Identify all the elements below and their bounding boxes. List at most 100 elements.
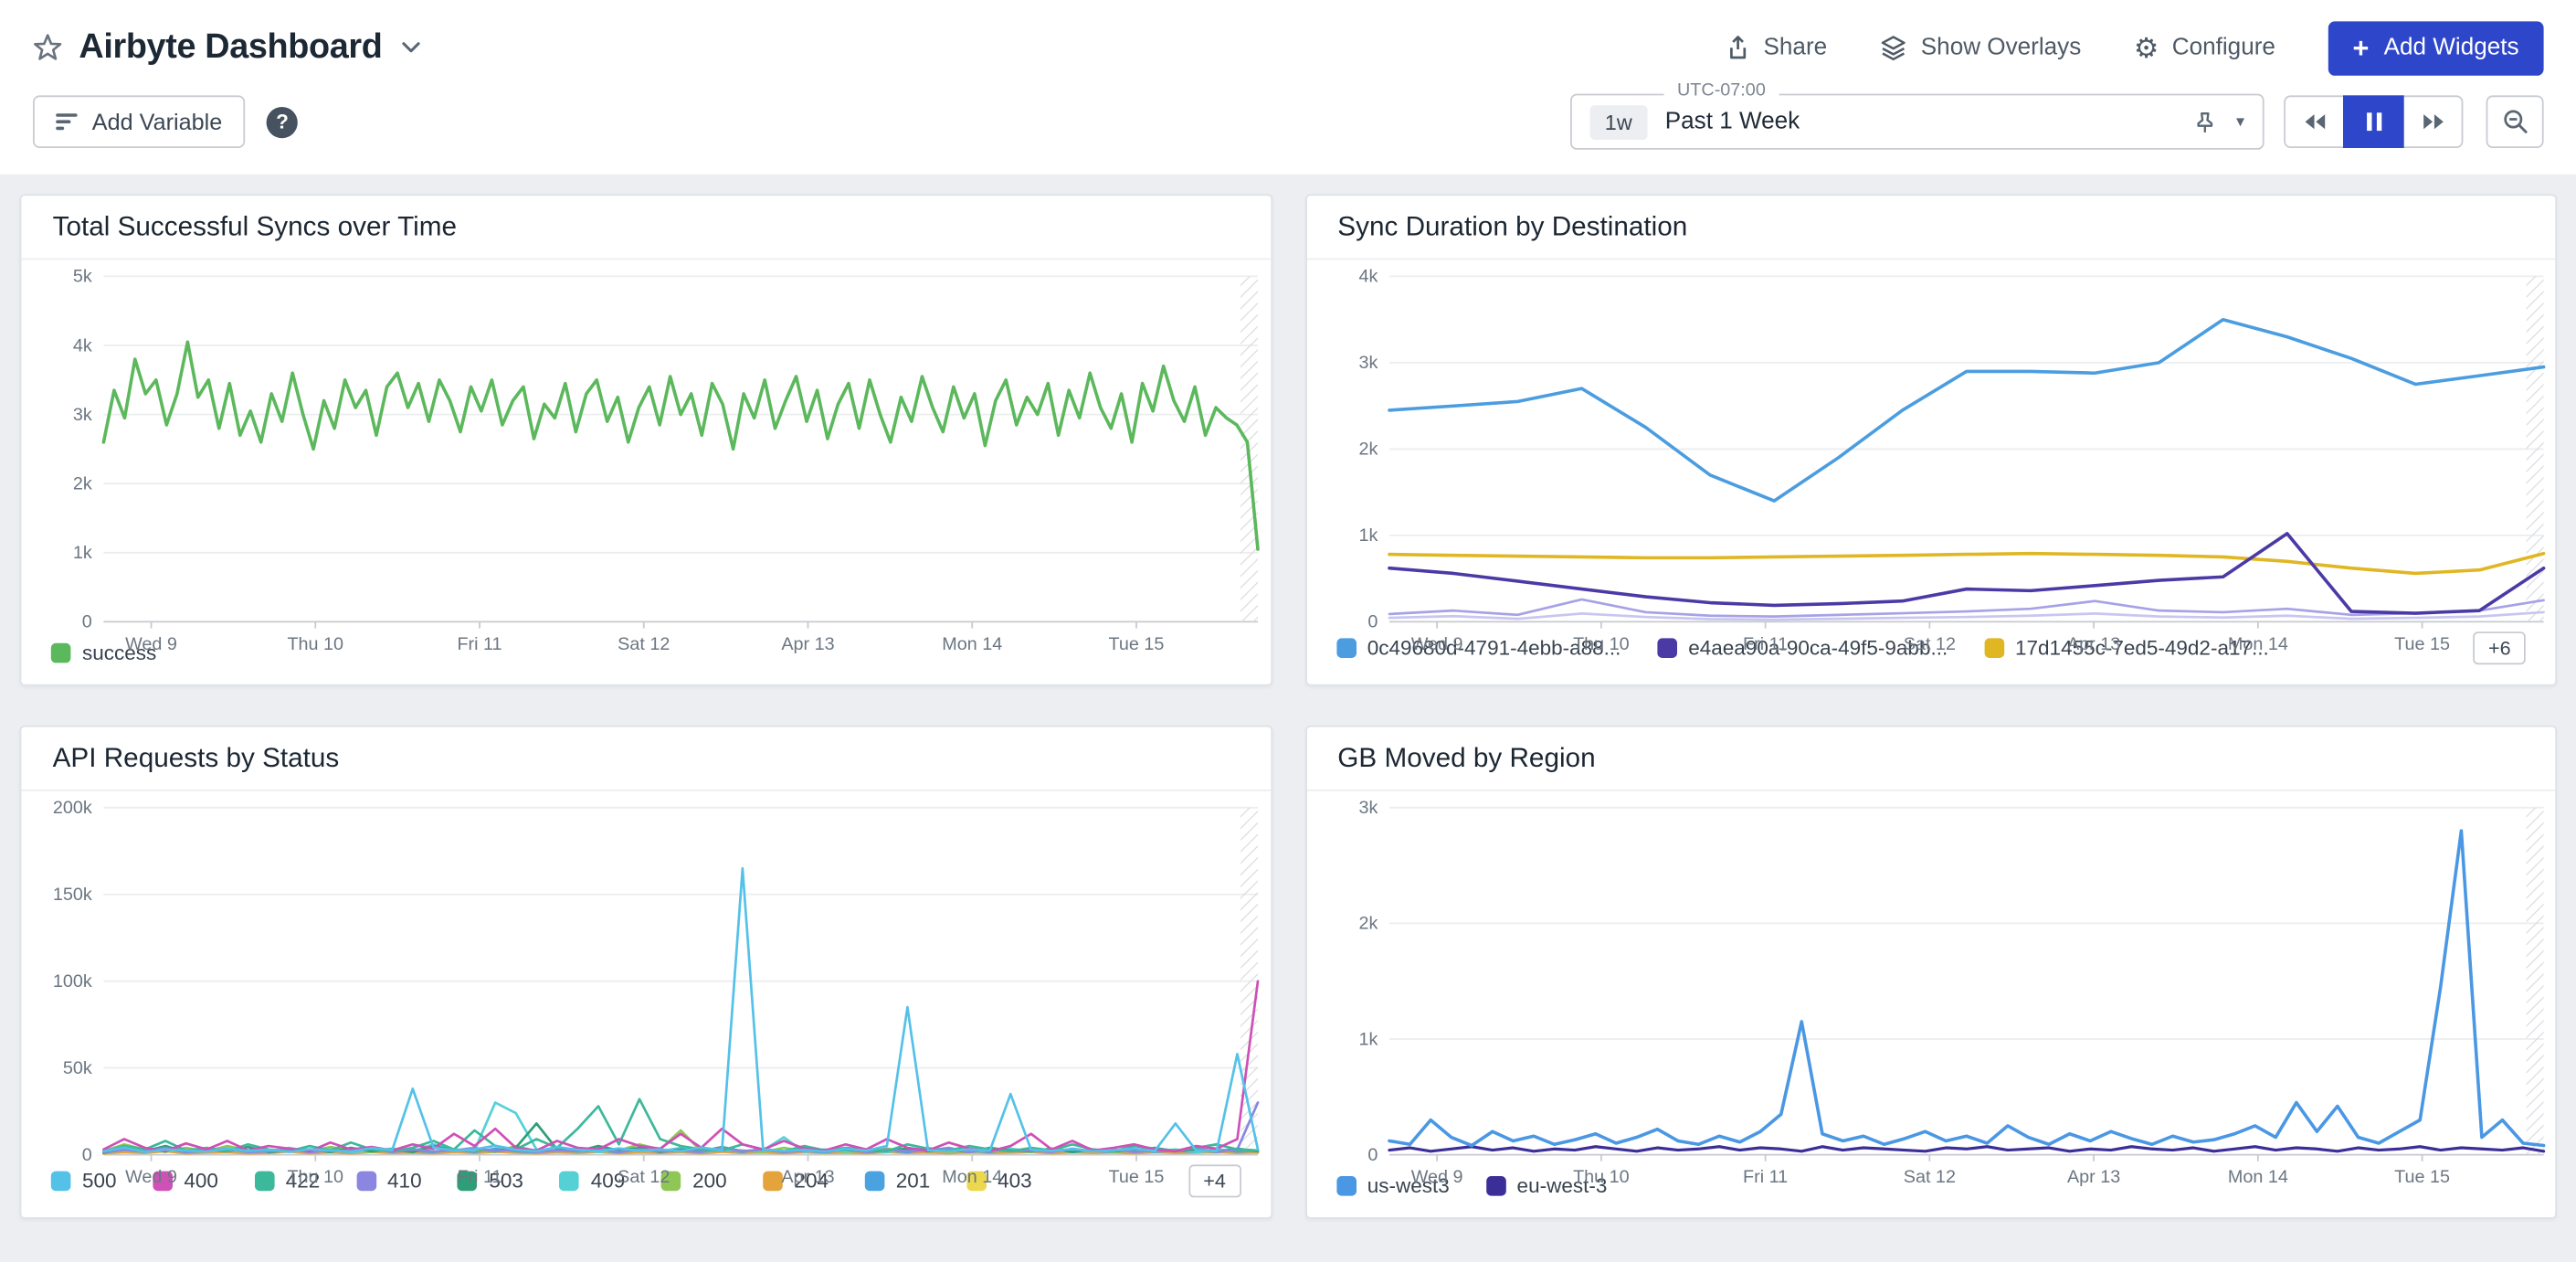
time-controls: UTC-07:00 1w Past 1 Week ▾	[1570, 94, 2544, 150]
time-range-picker[interactable]: UTC-07:00 1w Past 1 Week ▾	[1570, 94, 2265, 150]
svg-text:Mon 14: Mon 14	[2227, 1167, 2287, 1187]
svg-text:5k: 5k	[73, 267, 92, 287]
svg-text:Sat 12: Sat 12	[618, 1167, 670, 1187]
svg-text:1k: 1k	[1358, 1029, 1378, 1049]
svg-text:Wed 9: Wed 9	[1410, 1167, 1462, 1187]
chart-plot[interactable]: 01k2k3kWed 9Thu 10Fri 11Sat 12Apr 13Mon …	[1306, 791, 2555, 1168]
add-variable-button[interactable]: Add Variable	[33, 95, 245, 148]
svg-text:Wed 9: Wed 9	[125, 1167, 177, 1187]
svg-text:4k: 4k	[1358, 267, 1378, 287]
show-overlays-button[interactable]: Show Overlays	[1880, 35, 2082, 61]
time-forward-button[interactable]	[2402, 95, 2464, 148]
share-label: Share	[1764, 35, 1828, 61]
header-row-2: Add Variable ? UTC-07:00 1w Past 1 Week …	[33, 92, 2544, 152]
svg-text:Apr 13: Apr 13	[2066, 1167, 2119, 1187]
svg-text:0: 0	[82, 612, 92, 632]
add-widgets-label: Add Widgets	[2384, 35, 2519, 61]
svg-text:3k: 3k	[1358, 353, 1378, 373]
svg-text:200k: 200k	[53, 798, 92, 818]
svg-text:Thu 10: Thu 10	[287, 634, 343, 654]
svg-text:Tue 15: Tue 15	[1109, 634, 1165, 654]
share-icon	[1724, 35, 1750, 61]
gear-icon: ⚙	[2134, 34, 2159, 62]
chart-canvas[interactable]: 0 1k 2k 3k 4k 5k Wed 9 Thu 10 Fri 11 Sat 12 Apr 13…	[21, 260, 1271, 658]
title-chevron-down-icon[interactable]	[402, 41, 422, 54]
svg-text:4k: 4k	[73, 335, 92, 355]
add-widgets-button[interactable]: + Add Widgets	[2328, 21, 2544, 75]
time-range-label: Past 1 Week	[1665, 109, 1800, 135]
svg-text:Sat 12: Sat 12	[1903, 1167, 1955, 1187]
timezone-label: UTC-07:00	[1664, 80, 1779, 101]
chart-canvas[interactable]: 0 1k 2k 3k 4k Wed 9 Thu 10 Fri 11 Sat 12 Apr 13 Mo…	[1306, 260, 2556, 658]
chart-title: Total Successful Syncs over Time	[21, 196, 1270, 260]
show-overlays-label: Show Overlays	[1921, 35, 2082, 61]
chart-canvas[interactable]: 0 1k 2k 3k Wed 9 Thu 10 Fri 11 Sat 12 Apr 13 Mon …	[1306, 791, 2556, 1191]
header-row-1: Airbyte Dashboard Share Show Overlays ⚙ …	[33, 13, 2544, 82]
svg-text:Fri 11: Fri 11	[1742, 634, 1787, 654]
svg-text:Fri 11: Fri 11	[457, 634, 501, 654]
chart-title: GB Moved by Region	[1306, 727, 2555, 791]
add-variable-label: Add Variable	[92, 109, 222, 135]
filter-icon	[56, 113, 77, 131]
chart-title: API Requests by Status	[21, 727, 1270, 791]
configure-button[interactable]: ⚙ Configure	[2134, 34, 2275, 62]
chart-plot[interactable]: 01k2k3k4k5kWed 9Thu 10Fri 11Sat 12Apr 13…	[21, 260, 1270, 634]
chart-plot[interactable]: 050k100k150k200kWed 9Thu 10Fri 11Sat 12A…	[21, 791, 1270, 1158]
svg-text:Mon 14: Mon 14	[942, 1167, 1002, 1187]
widget-card-api-requests: API Requests by Status 050k100k150k200kW…	[20, 726, 1272, 1219]
svg-text:Apr 13: Apr 13	[2066, 634, 2119, 654]
svg-text:2k: 2k	[1358, 914, 1378, 934]
svg-text:1k: 1k	[73, 543, 92, 563]
svg-text:50k: 50k	[63, 1058, 92, 1078]
svg-text:Sat 12: Sat 12	[618, 634, 670, 654]
caret-down-icon[interactable]: ▾	[2236, 112, 2244, 131]
svg-text:Mon 14: Mon 14	[942, 634, 1002, 654]
chart-canvas[interactable]: 050k100k150k200kWed 9Thu 10Fri 11Sat 12A…	[21, 791, 1271, 1191]
share-button[interactable]: Share	[1724, 35, 1827, 61]
svg-text:Sat 12: Sat 12	[1903, 634, 1955, 654]
plus-icon: +	[2353, 34, 2370, 62]
chart-title: Sync Duration by Destination	[1306, 196, 2555, 260]
header-actions: Share Show Overlays ⚙ Configure + Add Wi…	[1724, 21, 2543, 75]
overlays-icon	[1880, 35, 1908, 61]
svg-text:Wed 9: Wed 9	[125, 634, 177, 654]
svg-text:150k: 150k	[53, 885, 92, 905]
svg-text:Tue 15: Tue 15	[1109, 1167, 1165, 1187]
svg-text:Apr 13: Apr 13	[781, 1167, 834, 1187]
svg-text:Fri 11: Fri 11	[1742, 1167, 1787, 1187]
zoom-out-button[interactable]	[2486, 95, 2544, 148]
svg-text:0: 0	[1367, 1145, 1377, 1165]
widget-card-total-successful-syncs: Total Successful Syncs over Time 0 1k 2k 3k…	[20, 194, 1272, 685]
svg-text:2k: 2k	[1358, 440, 1378, 460]
svg-text:Tue 15: Tue 15	[2393, 1167, 2449, 1187]
help-icon[interactable]: ?	[267, 106, 298, 137]
time-pause-button[interactable]	[2343, 95, 2404, 148]
chart-plot[interactable]: 01k2k3k4kWed 9Thu 10Fri 11Sat 12Apr 13Mo…	[1306, 260, 2555, 625]
svg-text:0: 0	[82, 1145, 92, 1165]
svg-text:Thu 10: Thu 10	[1572, 634, 1629, 654]
svg-text:2k: 2k	[73, 473, 92, 493]
svg-text:Tue 15: Tue 15	[2393, 634, 2449, 654]
time-backward-button[interactable]	[2284, 95, 2345, 148]
dashboard-app: Airbyte Dashboard Share Show Overlays ⚙ …	[0, 0, 2576, 1262]
svg-text:3k: 3k	[1358, 798, 1378, 818]
widget-card-sync-duration: Sync Duration by Destination 0 1k 2k 3k 4k We…	[1304, 194, 2557, 685]
header: Airbyte Dashboard Share Show Overlays ⚙ …	[0, 0, 2576, 175]
svg-text:Thu 10: Thu 10	[1572, 1167, 1629, 1187]
svg-text:1k: 1k	[1358, 525, 1378, 546]
svg-text:Wed 9: Wed 9	[1410, 634, 1462, 654]
favorite-star-icon[interactable]	[33, 33, 62, 62]
time-range-badge: 1w	[1590, 104, 1647, 139]
svg-text:Fri 11: Fri 11	[457, 1167, 501, 1187]
configure-label: Configure	[2172, 35, 2275, 61]
widget-card-gb-moved: GB Moved by Region 0 1k 2k 3k Wed 9 Thu 10 Fri…	[1304, 726, 2557, 1219]
svg-text:3k: 3k	[73, 405, 92, 425]
svg-text:Apr 13: Apr 13	[781, 634, 834, 654]
svg-text:Mon 14: Mon 14	[2227, 634, 2287, 654]
widget-grid: Total Successful Syncs over Time 0 1k 2k 3k…	[0, 175, 2576, 1239]
time-shift-buttons	[2284, 95, 2463, 148]
pin-icon[interactable]	[2193, 110, 2216, 134]
svg-text:0: 0	[1367, 612, 1377, 632]
dashboard-title: Airbyte Dashboard	[79, 28, 382, 68]
svg-text:Thu 10: Thu 10	[287, 1167, 343, 1187]
